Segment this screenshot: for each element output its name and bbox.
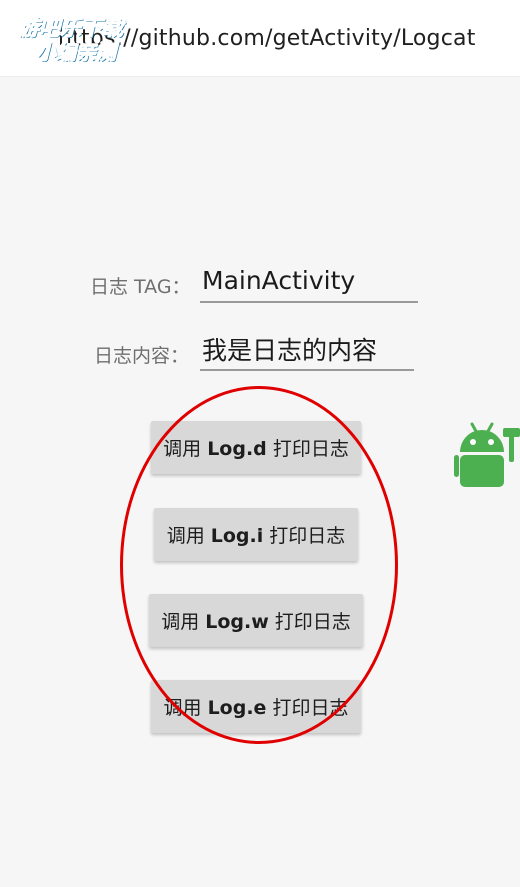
- log-i-button[interactable]: 调用 Log.i 打印日志: [154, 508, 358, 561]
- log-d-button[interactable]: 调用 Log.d 打印日志: [151, 421, 361, 474]
- watermark-line2: 小编亲测: [36, 40, 117, 65]
- top-bar: https://github.com/getActivity/Logcat 游吧…: [0, 0, 520, 77]
- tag-input[interactable]: [200, 266, 418, 303]
- log-i-suffix: 打印日志: [263, 525, 346, 547]
- log-w-suffix: 打印日志: [268, 611, 351, 633]
- log-e-prefix: 调用: [163, 697, 208, 719]
- tag-label: 日志 TAG：: [90, 276, 191, 298]
- watermark-logo: 游吧乐下载 小编亲测: [10, 10, 140, 70]
- log-w-method: Log.w: [205, 611, 269, 633]
- log-w-prefix: 调用: [161, 611, 206, 633]
- log-i-prefix: 调用: [166, 525, 211, 547]
- content-input[interactable]: [200, 334, 414, 371]
- content-label: 日志内容：: [94, 345, 190, 367]
- android-robot-svg: [454, 422, 520, 487]
- app-screen: https://github.com/getActivity/Logcat 游吧…: [0, 0, 520, 887]
- log-d-method: Log.d: [207, 438, 267, 460]
- log-i-method: Log.i: [210, 525, 264, 547]
- log-e-suffix: 打印日志: [266, 697, 349, 719]
- log-d-prefix: 调用: [163, 438, 208, 460]
- log-d-suffix: 打印日志: [266, 438, 349, 460]
- log-e-method: Log.e: [207, 697, 267, 719]
- log-e-button[interactable]: 调用 Log.e 打印日志: [151, 680, 361, 733]
- log-w-button[interactable]: 调用 Log.w 打印日志: [149, 594, 363, 647]
- android-robot-icon[interactable]: [454, 420, 520, 494]
